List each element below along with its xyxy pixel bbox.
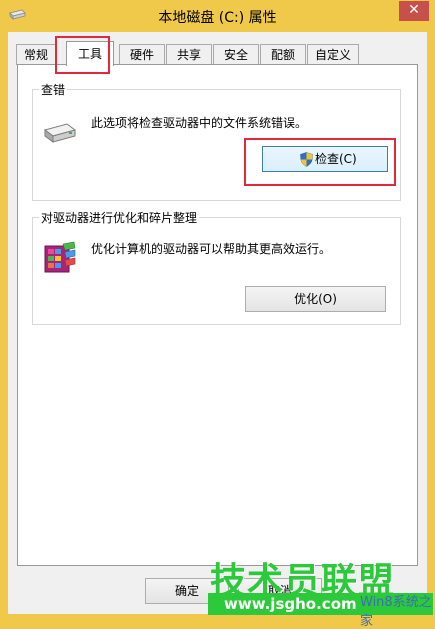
tab-customize[interactable]: 自定义 xyxy=(307,44,359,65)
close-button[interactable]: ✕ xyxy=(399,1,429,21)
title-bar[interactable]: 本地磁盘 (C:) 属性 ✕ xyxy=(0,0,435,32)
check-button-highlight-box xyxy=(244,138,396,186)
close-icon: ✕ xyxy=(408,2,420,18)
optimize-group: 对驱动器进行优化和碎片整理 优化计算机的驱动器可以帮助其更高效运行。 优化(O) xyxy=(32,209,401,325)
tab-sharing[interactable]: 共享 xyxy=(166,44,212,65)
tab-hardware[interactable]: 硬件 xyxy=(119,44,165,65)
error-check-title: 查错 xyxy=(39,81,68,98)
defrag-icon xyxy=(44,241,76,273)
error-check-group: 查错 此选项将检查驱动器中的文件系统错误。 检查(C) xyxy=(32,81,401,201)
optimize-description: 优化计算机的驱动器可以帮助其更高效运行。 xyxy=(91,242,332,256)
properties-window: 本地磁盘 (C:) 属性 ✕ 常规 工具 硬件 共享 安全 配额 自定义 查错 xyxy=(0,0,435,629)
dialog-client-area: 常规 工具 硬件 共享 安全 配额 自定义 查错 此选项将检查驱动器中的文件系统… xyxy=(8,32,427,614)
tab-highlight-box xyxy=(55,36,110,74)
drive-icon xyxy=(43,123,77,143)
tab-quota[interactable]: 配额 xyxy=(260,44,306,65)
watermark-sub: Win8系统之家 xyxy=(360,595,432,629)
tab-security[interactable]: 安全 xyxy=(213,44,259,65)
optimize-title: 对驱动器进行优化和碎片整理 xyxy=(39,209,200,226)
tools-panel: 查错 此选项将检查驱动器中的文件系统错误。 检查(C) 对驱动器进行优化和碎片整… xyxy=(17,64,418,566)
window-title: 本地磁盘 (C:) 属性 xyxy=(158,10,277,26)
error-check-description: 此选项将检查驱动器中的文件系统错误。 xyxy=(91,116,308,130)
tab-general[interactable]: 常规 xyxy=(16,44,56,65)
optimize-button[interactable]: 优化(O) xyxy=(245,286,386,312)
